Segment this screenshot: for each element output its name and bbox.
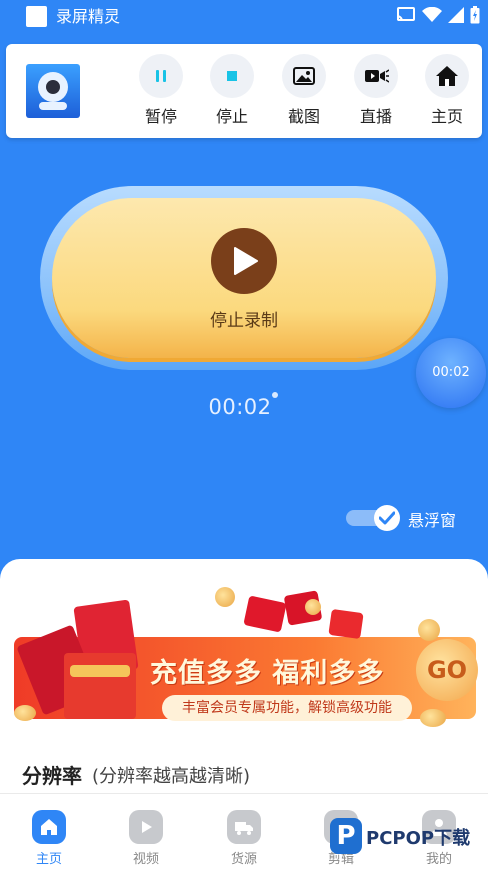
status-bar: 录屏精灵 [0, 0, 488, 34]
resolution-hint: (分辨率越高越清晰) [92, 766, 251, 787]
watermark-logo: P [330, 818, 362, 854]
app-logo[interactable] [26, 64, 80, 118]
recording-timer: 00:02 [208, 395, 272, 419]
live-button[interactable]: 直播 [346, 54, 406, 130]
screenshot-label: 截图 [287, 107, 320, 126]
tab-video-label: 视频 [132, 852, 159, 867]
gift-box-icon [16, 599, 154, 723]
floating-timer-bubble[interactable]: 00:02 [416, 338, 486, 408]
cast-icon [396, 7, 416, 27]
vip-banner[interactable]: 充值多多 福利多多 丰富会员专属功能，解锁高级功能 GO [10, 581, 478, 731]
banner-title: 充值多多 福利多多 [150, 658, 385, 689]
resolution-title: 分辨率 [22, 764, 82, 788]
status-app-icon [26, 6, 47, 27]
check-icon [374, 505, 400, 531]
home-icon [425, 54, 469, 98]
coin-icon [14, 705, 36, 721]
tab-video[interactable]: 视频 [111, 810, 181, 867]
screenshot-button[interactable]: 截图 [274, 54, 334, 130]
pause-icon [139, 54, 183, 98]
banner-go-button[interactable]: GO [416, 639, 478, 701]
live-icon [354, 54, 398, 98]
play-icon [211, 228, 277, 294]
stop-button[interactable]: 停止 [202, 54, 262, 130]
video-icon [129, 810, 163, 844]
floating-toolbar: 暂停 停止 截图 直播 主页 [6, 44, 482, 138]
live-label: 直播 [359, 107, 392, 126]
banner-subtitle: 丰富会员专属功能，解锁高级功能 [162, 695, 412, 721]
recording-indicator-dot [272, 392, 278, 398]
float-window-label: 悬浮窗 [408, 511, 457, 530]
status-app-title: 录屏精灵 [56, 7, 121, 26]
home-icon [32, 810, 66, 844]
coin-icon [420, 709, 446, 727]
wifi-icon [422, 6, 442, 27]
float-window-toggle[interactable]: 悬浮窗 [346, 504, 476, 534]
pause-button[interactable]: 暂停 [131, 54, 191, 130]
tab-home[interactable]: 主页 [14, 810, 84, 867]
stop-recording-label: 停止录制 [210, 311, 278, 331]
image-icon [282, 54, 326, 98]
coin-icon [418, 619, 440, 641]
home-label: 主页 [430, 107, 463, 126]
tab-home-label: 主页 [35, 852, 62, 867]
watermark-text: PCPOP下载 [366, 828, 471, 849]
status-icons [396, 6, 480, 28]
coin-icon [215, 587, 235, 607]
home-button[interactable]: 主页 [417, 54, 477, 130]
stop-icon [210, 54, 254, 98]
red-envelope-icon [243, 595, 287, 633]
pause-label: 暂停 [144, 107, 177, 126]
truck-icon [227, 810, 261, 844]
pcpop-watermark: P PCPOP下载 [330, 818, 482, 858]
red-envelope-icon [328, 608, 364, 640]
tab-supply[interactable]: 货源 [209, 810, 279, 867]
stop-label: 停止 [215, 107, 248, 126]
coin-icon [305, 599, 321, 615]
signal-icon [448, 7, 464, 27]
tab-supply-label: 货源 [230, 852, 257, 867]
stop-recording-button[interactable]: 停止录制 [52, 198, 436, 358]
battery-icon [470, 6, 480, 28]
